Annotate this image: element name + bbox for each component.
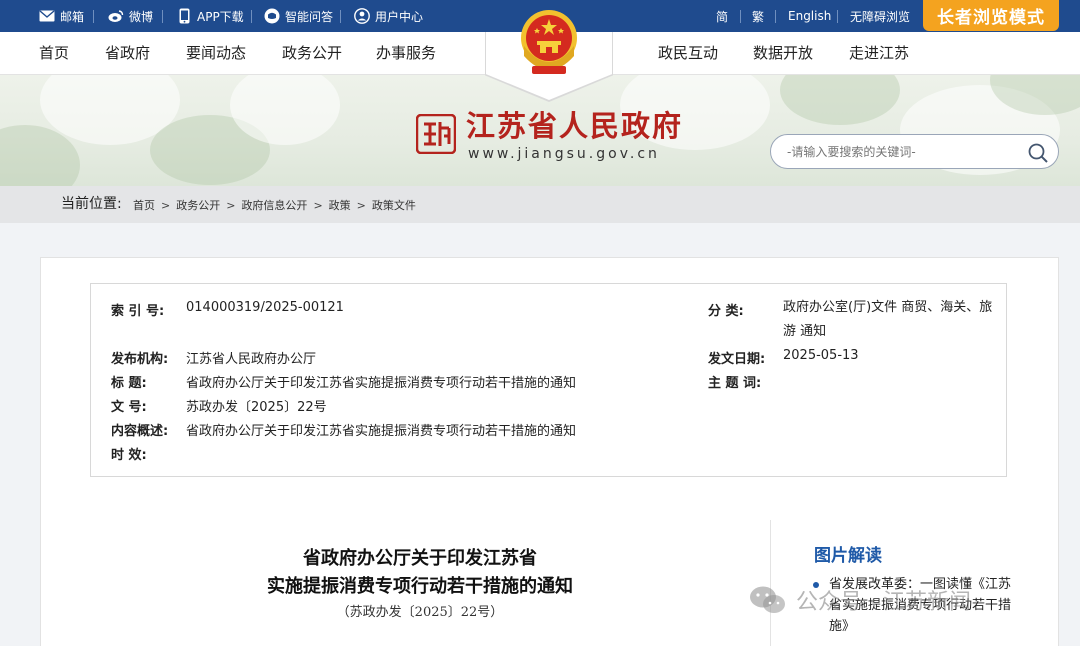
meta-category-value: 政府办公室(厅)文件 商贸、海关、旅游 通知 — [783, 300, 993, 339]
meta-validity-row: 时 效: — [111, 444, 186, 463]
mail-link[interactable]: 邮箱 — [39, 0, 84, 32]
watermark-text: 公众号 · 江苏新闻 — [796, 590, 971, 615]
breadcrumb-item-gov-info[interactable]: 政府信息公开 — [241, 186, 307, 226]
meta-title-row: 标 题: 省政府办公厅关于印发江苏省实施提振消费专项行动若干措施的通知 — [111, 372, 576, 391]
lang-traditional[interactable]: 繁 — [752, 0, 764, 32]
meta-title-label: 标 题: — [111, 376, 147, 391]
breadcrumb: 首页 > 政务公开 > 政府信息公开 > 政策 > 政策文件 — [133, 186, 416, 226]
user-icon — [354, 8, 370, 24]
breadcrumb-bar: 当前位置: 首页 > 政务公开 > 政府信息公开 > 政策 > 政策文件 — [0, 186, 1080, 223]
site-name: 江苏省人民政府 — [466, 109, 684, 143]
breadcrumb-item-home[interactable]: 首页 — [133, 186, 155, 226]
meta-docno-value: 苏政办发〔2025〕22号 — [186, 400, 327, 415]
meta-subject-label: 主 题 词: — [708, 376, 762, 391]
meta-title-value: 省政府办公厅关于印发江苏省实施提振消费专项行动若干措施的通知 — [186, 376, 577, 391]
search-input[interactable] — [787, 141, 1027, 163]
weibo-label: 微博 — [129, 9, 154, 24]
chevron-right-icon: > — [313, 199, 323, 212]
nav-item-open-gov[interactable]: 政务公开 — [282, 32, 342, 75]
meta-issuer-label: 发布机构: — [111, 352, 169, 367]
lang-english[interactable]: English — [788, 0, 831, 32]
search-icon[interactable] — [1027, 142, 1049, 164]
meta-summary-row: 内容概述: 省政府办公厅关于印发江苏省实施提振消费专项行动若干措施的通知 — [111, 420, 576, 439]
breadcrumb-item-open-gov[interactable]: 政务公开 — [176, 186, 220, 226]
weibo-link[interactable]: 微博 — [108, 0, 153, 32]
meta-docno-label: 文 号: — [111, 400, 147, 415]
chevron-right-icon: > — [161, 199, 171, 212]
lang-simplified[interactable]: 简 — [716, 0, 728, 32]
breadcrumb-label: 当前位置: — [61, 196, 122, 212]
document-number: （苏政办发〔2025〕22号） — [336, 605, 504, 620]
mail-label: 邮箱 — [60, 9, 85, 24]
meta-date-row: 发文日期: 2025-05-13 — [708, 348, 859, 367]
meta-index-row: 索 引 号: 014000319/2025-00121 — [111, 300, 344, 319]
app-download-label: APP下载 — [197, 9, 244, 24]
meta-issuer-value: 江苏省人民政府办公厅 — [186, 352, 317, 367]
nav-item-province-gov[interactable]: 省政府 — [105, 32, 150, 75]
meta-subject-row: 主 题 词: — [708, 372, 783, 391]
chat-icon — [264, 8, 280, 24]
national-emblem-icon[interactable] — [516, 8, 582, 80]
meta-index-value: 014000319/2025-00121 — [186, 300, 344, 315]
meta-index-label: 索 引 号: — [111, 304, 165, 319]
document-title-line2: 实施提振消费专项行动若干措施的通知 — [267, 576, 573, 597]
nav-item-services[interactable]: 办事服务 — [376, 32, 436, 75]
meta-issuer-row: 发布机构: 江苏省人民政府办公厅 — [111, 348, 316, 367]
document-title: 省政府办公厅关于印发江苏省 实施提振消费专项行动若干措施的通知 — [200, 545, 640, 601]
nav-item-about-jiangsu[interactable]: 走进江苏 — [849, 32, 909, 75]
sidebar-divider — [770, 520, 771, 646]
meta-category-label: 分 类: — [708, 304, 744, 319]
sidebar-title: 图片解读 — [814, 546, 882, 566]
chevron-right-icon: > — [356, 199, 366, 212]
site-url: www.jiangsu.gov.cn — [468, 146, 660, 162]
nav-item-home[interactable]: 首页 — [39, 32, 69, 75]
phone-icon — [176, 8, 192, 24]
nav-item-news[interactable]: 要闻动态 — [186, 32, 246, 75]
breadcrumb-item-policy-docs[interactable]: 政策文件 — [372, 186, 416, 226]
meta-summary-label: 内容概述: — [111, 424, 169, 439]
lang-simplified-label: 简 — [716, 9, 729, 24]
user-center-link[interactable]: 用户中心 — [354, 0, 423, 32]
meta-docno-row: 文 号: 苏政办发〔2025〕22号 — [111, 396, 327, 415]
accessibility-link[interactable]: 无障碍浏览 — [850, 0, 910, 32]
nav-item-open-data[interactable]: 数据开放 — [753, 32, 813, 75]
breadcrumb-item-policy[interactable]: 政策 — [329, 186, 351, 226]
smart-qa-label: 智能问答 — [285, 9, 334, 24]
nav-item-interaction[interactable]: 政民互动 — [658, 32, 718, 75]
document-title-line1: 省政府办公厅关于印发江苏省 — [303, 548, 537, 569]
meta-date-value: 2025-05-13 — [783, 348, 859, 363]
chevron-right-icon: > — [226, 199, 236, 212]
meta-summary-value: 省政府办公厅关于印发江苏省实施提振消费专项行动若干措施的通知 — [186, 424, 577, 439]
mail-icon — [39, 8, 55, 24]
smart-qa-link[interactable]: 智能问答 — [264, 0, 333, 32]
user-center-label: 用户中心 — [375, 9, 424, 24]
jiangsu-logo-icon[interactable] — [415, 113, 457, 155]
lang-english-label: English — [788, 9, 832, 23]
accessibility-label: 无障碍浏览 — [850, 9, 911, 24]
meta-category-row: 分 类: 政府办公室(厅)文件 商贸、海关、旅游 通知 — [708, 300, 998, 344]
meta-date-label: 发文日期: — [708, 352, 766, 367]
wechat-icon — [748, 584, 788, 616]
meta-validity-label: 时 效: — [111, 448, 147, 463]
app-download-link[interactable]: APP下载 — [176, 0, 244, 32]
elder-mode-button[interactable]: 长者浏览模式 — [923, 0, 1059, 31]
weibo-icon — [108, 8, 124, 24]
search-box — [770, 134, 1059, 169]
lang-traditional-label: 繁 — [752, 9, 765, 24]
wechat-watermark: 公众号 · 江苏新闻 — [748, 584, 971, 616]
